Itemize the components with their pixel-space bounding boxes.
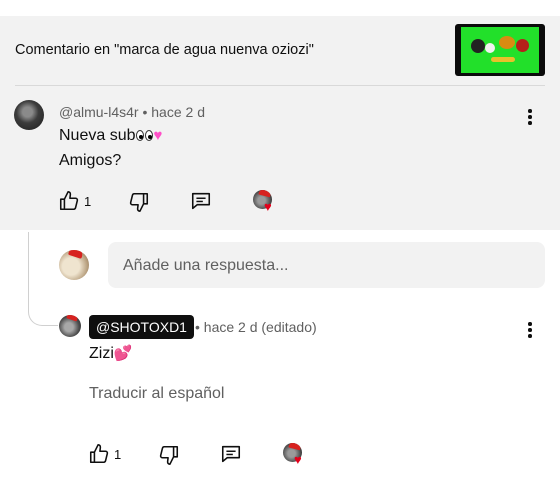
author-handle[interactable]: @almu-l4s4r: [59, 104, 139, 120]
reply-like-icon[interactable]: [88, 443, 110, 465]
header-divider: [15, 85, 545, 86]
reply-text: Zizi💕: [89, 344, 133, 363]
like-icon[interactable]: [58, 190, 80, 212]
reply-dislike-icon[interactable]: [158, 444, 180, 466]
creator-heart-icon[interactable]: ♥: [253, 190, 277, 214]
comment-text-line1: Nueva sub ♥: [59, 127, 162, 145]
thumbnail-image: [461, 27, 539, 73]
comment-text-line2: Amigos?: [59, 152, 122, 169]
translate-link[interactable]: Traducir al español: [89, 385, 224, 403]
comment-text: Nueva sub: [59, 127, 136, 144]
thread-connector: [28, 232, 58, 326]
pink-heart-emoji-icon: ♥: [153, 127, 163, 144]
reply-reply-icon[interactable]: [220, 443, 242, 465]
reply-text-content: Zizi: [89, 345, 114, 362]
eyes-emoji-icon: [135, 129, 154, 141]
dislike-icon[interactable]: [128, 191, 150, 213]
reply-more-options-icon[interactable]: [520, 320, 540, 340]
comment-header: Comentario en "marca de agua nuenva ozio…: [0, 16, 560, 86]
avatar[interactable]: [14, 100, 44, 130]
creator-handle-badge[interactable]: @SHOTOXD1: [89, 315, 194, 339]
reply-like-count: 1: [114, 447, 122, 462]
top-strip: [0, 0, 560, 16]
santa-hat-icon: [66, 315, 79, 322]
reply-input[interactable]: Añade una respuesta...: [108, 242, 545, 288]
reply-icon[interactable]: [190, 190, 212, 212]
header-title: Comentario en "marca de agua nuenva ozio…: [15, 42, 314, 58]
comment-time: hace 2 d: [151, 104, 205, 120]
video-thumbnail[interactable]: [455, 24, 545, 76]
like-count: 1: [84, 194, 92, 209]
santa-hat-icon: [67, 250, 85, 259]
reply-avatar[interactable]: [59, 315, 81, 337]
meta-separator: •: [138, 104, 152, 120]
two-hearts-emoji-icon: 💕: [113, 345, 133, 362]
reply-creator-heart-icon[interactable]: ♥: [283, 443, 307, 467]
reply-meta: • hace 2 d (editado): [195, 319, 317, 335]
heart-icon: ♥: [294, 452, 302, 467]
current-user-avatar: [59, 250, 89, 280]
more-options-icon[interactable]: [520, 107, 540, 127]
reply-input-placeholder: Añade una respuesta...: [123, 257, 289, 274]
heart-icon: ♥: [264, 199, 272, 214]
comment-author[interactable]: @almu-l4s4r • hace 2 d: [59, 104, 205, 120]
